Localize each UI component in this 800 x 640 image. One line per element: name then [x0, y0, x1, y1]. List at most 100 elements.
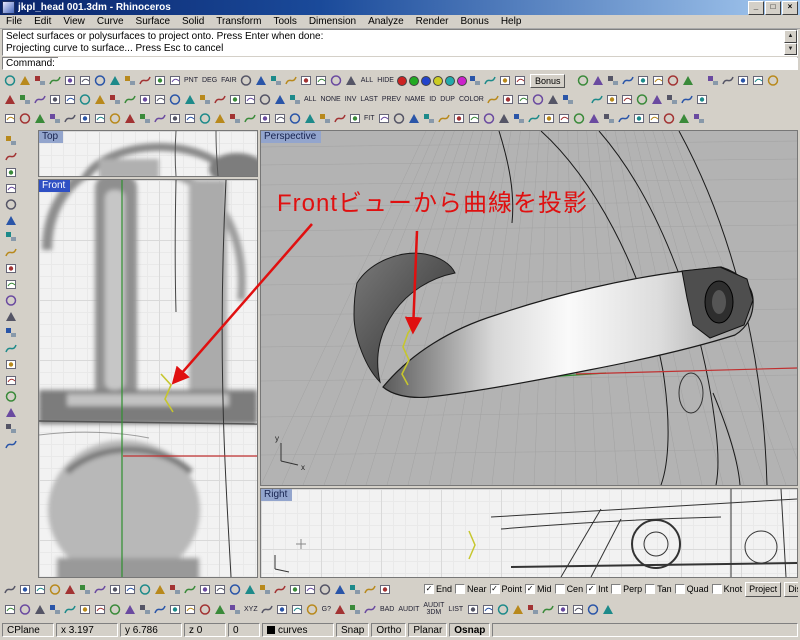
- toolbar-icon[interactable]: [665, 73, 680, 89]
- toolbar-icon[interactable]: [17, 581, 32, 597]
- toolbar-icon[interactable]: [137, 73, 152, 89]
- toolbar-icon[interactable]: [575, 73, 590, 89]
- toolbar-icon[interactable]: [242, 92, 257, 108]
- toolbar-label[interactable]: FIT: [362, 115, 377, 122]
- menu-tools[interactable]: Tools: [267, 16, 302, 27]
- toolbar-icon[interactable]: [480, 601, 495, 617]
- toolbar-icon[interactable]: [3, 420, 18, 436]
- toolbar-icon[interactable]: [257, 581, 272, 597]
- toolbar-icon[interactable]: [182, 601, 197, 617]
- toolbar-icon[interactable]: [77, 581, 92, 597]
- toolbar-icon[interactable]: [3, 324, 18, 340]
- viewport-right[interactable]: Right: [260, 488, 798, 578]
- toolbar-icon[interactable]: [137, 111, 152, 127]
- toolbar-icon[interactable]: [2, 601, 17, 617]
- toolbar-label[interactable]: XYZ: [242, 606, 260, 613]
- toolbar-icon[interactable]: [3, 404, 18, 420]
- toolbar-label[interactable]: BAD: [378, 606, 396, 613]
- toolbar-icon[interactable]: [465, 601, 480, 617]
- toolbar-icon[interactable]: [422, 111, 437, 127]
- toolbar-icon[interactable]: [3, 196, 18, 212]
- toolbar-icon[interactable]: [497, 111, 512, 127]
- toolbar-icon[interactable]: [137, 601, 152, 617]
- toolbar-icon[interactable]: [107, 111, 122, 127]
- toolbar-icon[interactable]: [317, 581, 332, 597]
- toolbar-icon[interactable]: [513, 73, 528, 89]
- menu-analyze[interactable]: Analyze: [362, 16, 410, 27]
- toolbar-icon[interactable]: [47, 581, 62, 597]
- projected-curve-side[interactable]: [468, 530, 476, 560]
- menu-bonus[interactable]: Bonus: [454, 16, 494, 27]
- toolbar-label[interactable]: FAIR: [219, 77, 239, 84]
- toolbar-icon[interactable]: [272, 92, 287, 108]
- toolbar-icon[interactable]: [47, 111, 62, 127]
- toolbar-icon[interactable]: [290, 601, 305, 617]
- toolbar-icon[interactable]: [77, 111, 92, 127]
- bonus-button[interactable]: Bonus: [529, 73, 566, 88]
- toolbar-icon[interactable]: [77, 601, 92, 617]
- checkbox-icon[interactable]: ✓: [586, 584, 597, 594]
- toolbar-icon[interactable]: [167, 73, 182, 89]
- toolbar-icon[interactable]: [3, 292, 18, 308]
- toolbar-icon[interactable]: [348, 601, 363, 617]
- toolbar-icon[interactable]: [3, 276, 18, 292]
- toolbar-icon[interactable]: [269, 73, 284, 89]
- toolbar-icon[interactable]: [287, 111, 302, 127]
- toolbar-icon[interactable]: [212, 601, 227, 617]
- viewport-front[interactable]: Front: [38, 179, 258, 578]
- menu-dimension[interactable]: Dimension: [303, 16, 362, 27]
- toolbar-icon[interactable]: [2, 73, 17, 89]
- toolbar-icon[interactable]: [197, 601, 212, 617]
- menu-surface[interactable]: Surface: [130, 16, 176, 27]
- toolbar-icon[interactable]: [650, 92, 665, 108]
- toolbar-icon[interactable]: [555, 601, 570, 617]
- toolbar-label[interactable]: COLOR: [457, 96, 486, 103]
- toolbar-icon[interactable]: [197, 581, 212, 597]
- toolbar-icon[interactable]: [122, 92, 137, 108]
- toolbar-label[interactable]: DUP: [438, 96, 457, 103]
- menu-curve[interactable]: Curve: [91, 16, 130, 27]
- toolbar-icon[interactable]: [392, 111, 407, 127]
- toolbar-icon[interactable]: [152, 73, 167, 89]
- osnap-knot[interactable]: Knot: [711, 584, 742, 594]
- toolbar-icon[interactable]: [122, 581, 137, 597]
- toolbar-icon[interactable]: [212, 111, 227, 127]
- viewport-perspective-label[interactable]: Perspective: [261, 131, 322, 143]
- toolbar-icon[interactable]: [272, 581, 287, 597]
- toolbar-icon[interactable]: [47, 601, 62, 617]
- toolbar-icon[interactable]: [720, 73, 735, 89]
- toolbar-label[interactable]: DEG: [200, 77, 219, 84]
- toolbar-icon[interactable]: [377, 581, 392, 597]
- toolbar-icon[interactable]: [3, 148, 18, 164]
- toolbar-icon[interactable]: [3, 340, 18, 356]
- toolbar-icon[interactable]: [347, 581, 362, 597]
- toolbar-icon[interactable]: [137, 92, 152, 108]
- toolbar-icon[interactable]: [77, 92, 92, 108]
- toolbar-icon[interactable]: [314, 73, 329, 89]
- toolbar-icon[interactable]: [665, 92, 680, 108]
- toolbar-icon[interactable]: [92, 111, 107, 127]
- toolbar-icon[interactable]: [182, 92, 197, 108]
- toolbar-icon[interactable]: [32, 581, 47, 597]
- toolbar-icon[interactable]: [17, 92, 32, 108]
- toolbar-icon[interactable]: [617, 111, 632, 127]
- osnap-tan[interactable]: Tan: [645, 584, 672, 594]
- toolbar-label[interactable]: NAME: [403, 96, 427, 103]
- toolbar-icon[interactable]: [62, 92, 77, 108]
- menu-transform[interactable]: Transform: [210, 16, 267, 27]
- menu-help[interactable]: Help: [495, 16, 528, 27]
- toolbar-icon[interactable]: [525, 601, 540, 617]
- command-history-scrollbar[interactable]: ▲ ▼: [784, 30, 797, 55]
- toolbar-label[interactable]: LIST: [446, 606, 465, 613]
- toolbar-icon[interactable]: [122, 601, 137, 617]
- toolbar-icon[interactable]: [302, 581, 317, 597]
- toolbar-icon[interactable]: [2, 92, 17, 108]
- toolbar-icon[interactable]: [677, 111, 692, 127]
- toolbar-icon[interactable]: [437, 111, 452, 127]
- toolbar-icon[interactable]: [750, 73, 765, 89]
- toolbar-icon[interactable]: [557, 111, 572, 127]
- osnap-project-button[interactable]: Project: [745, 581, 782, 597]
- toolbar-icon[interactable]: [32, 111, 47, 127]
- toolbar-icon[interactable]: [17, 601, 32, 617]
- osnap-near[interactable]: Near: [455, 584, 487, 594]
